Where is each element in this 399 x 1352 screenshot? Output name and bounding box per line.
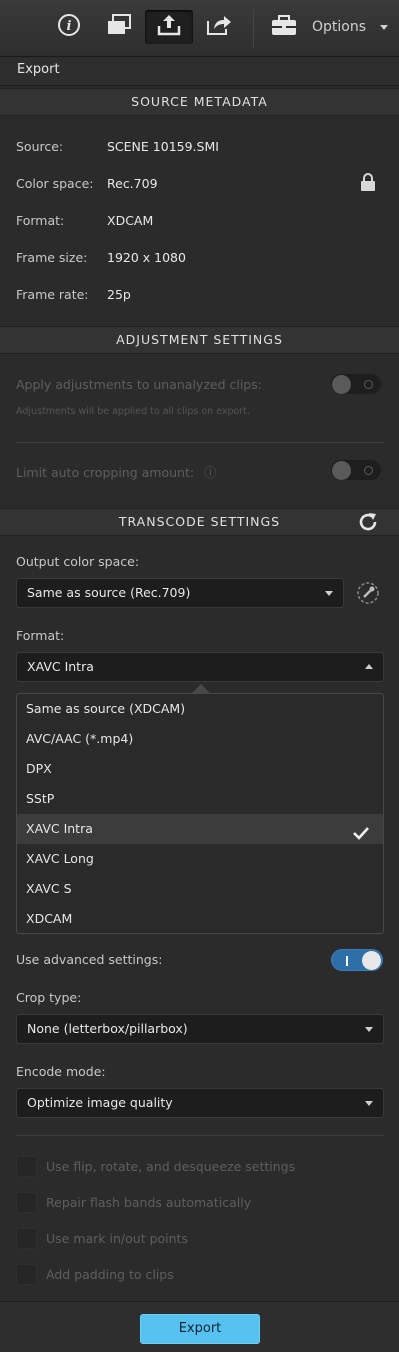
add-padding-option: Add padding to clips [16, 1263, 174, 1285]
format-value: XDCAM [107, 213, 154, 228]
crop-type-value: None (letterbox/pillarbox) [27, 1021, 188, 1036]
limit-cropping-label: Limit auto cropping amount: ⓘ [16, 462, 217, 481]
encode-mode-select[interactable]: Optimize image quality [16, 1088, 384, 1118]
transcode-settings-heading: TRANSCODE SETTINGS [0, 508, 399, 536]
adjustment-settings-heading: ADJUSTMENT SETTINGS [0, 326, 399, 354]
add-padding-label: Add padding to clips [46, 1266, 174, 1282]
eyedropper-icon[interactable] [356, 581, 380, 609]
format-option[interactable]: XDCAM [17, 904, 383, 933]
dropdown-pointer [192, 684, 210, 693]
top-toolbar: i Options [0, 0, 399, 57]
repair-flash-option: Repair flash bands automatically [16, 1191, 251, 1213]
flip-rotate-checkbox[interactable] [16, 1155, 37, 1177]
panel-title: Export [0, 58, 399, 86]
advanced-settings-label: Use advanced settings: [16, 952, 163, 967]
footer-bar: Export [0, 1301, 399, 1352]
frame-rate-value: 25p [107, 287, 131, 302]
format-option-selected[interactable]: XAVC Intra [17, 814, 383, 844]
format-option[interactable]: AVC/AAC (*.mp4) [17, 724, 383, 754]
toolbar-separator [253, 8, 254, 48]
output-color-space-select[interactable]: Same as source (Rec.709) [16, 578, 344, 608]
mark-in-out-option: Use mark in/out points [16, 1227, 188, 1249]
divider [16, 1135, 384, 1136]
format-option-label: XAVC Intra [26, 821, 93, 836]
frame-size-label: Frame size: [16, 250, 88, 265]
export-tray-icon [156, 13, 182, 41]
crop-type-label: Crop type: [16, 990, 82, 1005]
export-tab-button[interactable] [145, 10, 193, 44]
flip-rotate-label: Use flip, rotate, and desqueeze settings [46, 1158, 296, 1174]
briefcase-icon [270, 14, 298, 40]
clips-icon [106, 14, 132, 40]
chevron-down-icon [325, 591, 333, 596]
advanced-settings-toggle[interactable] [331, 949, 383, 971]
encode-mode-value: Optimize image quality [27, 1095, 173, 1110]
output-color-space-value: Same as source (Rec.709) [27, 585, 191, 600]
info-icon: i [57, 13, 81, 41]
divider [16, 442, 384, 443]
crop-type-select[interactable]: None (letterbox/pillarbox) [16, 1014, 384, 1044]
clips-button[interactable] [95, 10, 143, 44]
limit-cropping-toggle[interactable] [330, 459, 382, 481]
format-select[interactable]: XAVC Intra [16, 652, 384, 682]
toggle-knob [362, 951, 381, 970]
apply-adjustments-label: Apply adjustments to unanalyzed clips: [16, 377, 262, 392]
options-menu-button[interactable]: Options [270, 10, 389, 44]
info-button[interactable]: i [45, 10, 93, 44]
format-dropdown-list: Same as source (XDCAM) AVC/AAC (*.mp4) D… [16, 693, 384, 934]
share-button[interactable] [195, 10, 243, 44]
toggle-off-indicator [364, 466, 373, 475]
apply-adjustments-toggle[interactable] [330, 373, 382, 395]
mark-in-out-label: Use mark in/out points [46, 1230, 188, 1246]
format-option[interactable]: XAVC Long [17, 844, 383, 874]
output-color-space-label: Output color space: [16, 554, 140, 569]
toggle-on-indicator [346, 956, 348, 966]
format-option[interactable]: SStP [17, 784, 383, 814]
color-space-label: Color space: [16, 176, 94, 191]
format-label: Format: [16, 213, 65, 228]
svg-text:i: i [67, 19, 72, 34]
format-option[interactable]: DPX [17, 754, 383, 784]
add-padding-checkbox[interactable] [16, 1263, 37, 1285]
source-label: Source: [16, 139, 64, 154]
limit-cropping-text: Limit auto cropping amount: [16, 465, 195, 480]
toggle-knob [332, 461, 351, 480]
chevron-down-icon [380, 24, 389, 30]
frame-size-value: 1920 x 1080 [107, 250, 186, 265]
mark-in-out-checkbox[interactable] [16, 1227, 37, 1249]
export-button[interactable]: Export [140, 1314, 260, 1344]
format-option[interactable]: Same as source (XDCAM) [17, 694, 383, 724]
reset-icon[interactable] [357, 511, 379, 537]
source-metadata-heading: SOURCE METADATA [0, 88, 399, 116]
lock-icon [360, 172, 376, 196]
chevron-down-icon [365, 1101, 373, 1106]
format-select-label: Format: [16, 628, 65, 643]
share-icon [205, 13, 233, 41]
info-circle-icon[interactable]: ⓘ [204, 465, 217, 480]
repair-flash-checkbox[interactable] [16, 1191, 37, 1213]
encode-mode-label: Encode mode: [16, 1064, 106, 1079]
flip-rotate-option: Use flip, rotate, and desqueeze settings [16, 1155, 295, 1177]
frame-rate-label: Frame rate: [16, 287, 89, 302]
chevron-up-icon [365, 664, 373, 669]
repair-flash-label: Repair flash bands automatically [46, 1194, 252, 1210]
toggle-off-indicator [364, 380, 373, 389]
options-label: Options [312, 19, 367, 35]
format-option[interactable]: XAVC S [17, 874, 383, 904]
source-value: SCENE 10159.SMI [107, 139, 219, 154]
color-space-value: Rec.709 [107, 176, 158, 191]
apply-adjustments-hint: Adjustments will be applied to all clips… [16, 406, 250, 417]
format-select-value: XAVC Intra [27, 659, 94, 674]
toggle-knob [332, 375, 351, 394]
chevron-down-icon [365, 1027, 373, 1032]
